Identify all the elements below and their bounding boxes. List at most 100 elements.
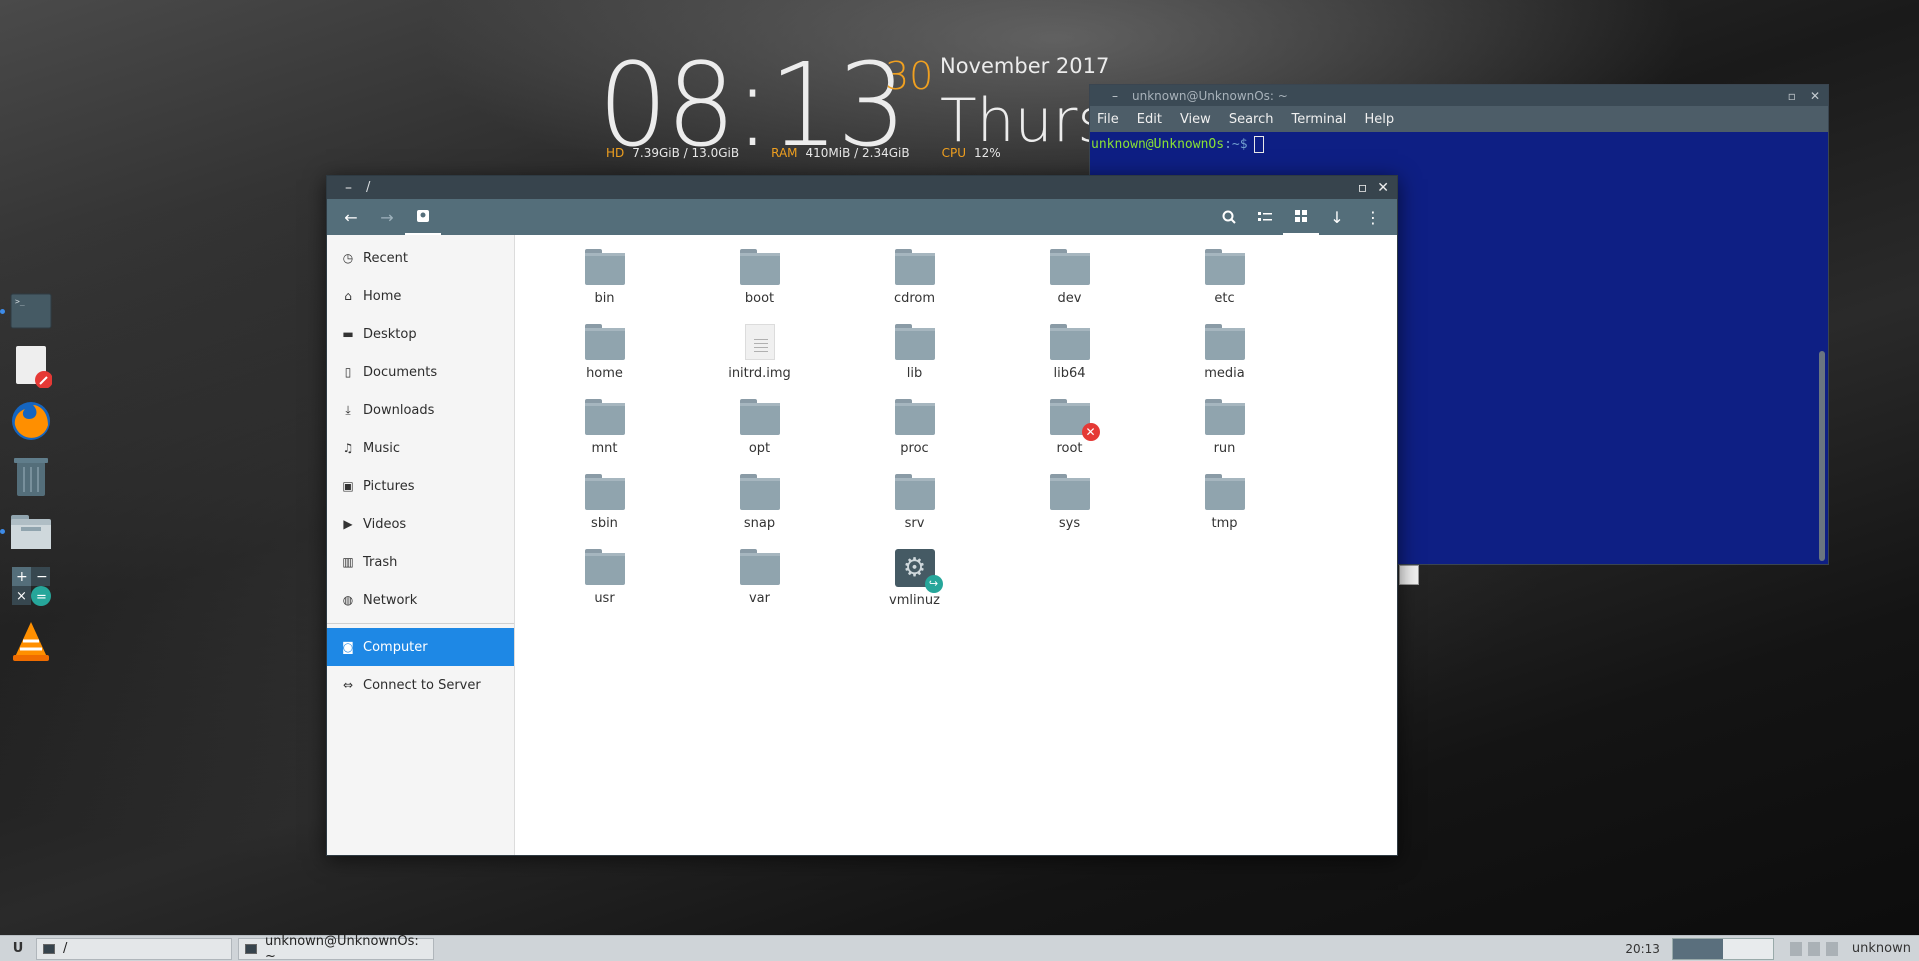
file-item[interactable]: boot [682,249,837,324]
file-item[interactable]: ✕ root [992,399,1147,474]
sidebar-item-pictures[interactable]: ▣ Pictures [327,467,514,505]
file-item[interactable]: snap [682,474,837,549]
grid-view-button[interactable] [1283,199,1319,235]
file-item[interactable]: dev [992,249,1147,324]
terminal-titlebar[interactable]: – unknown@UnknownOs: ~ ▫ ✕ [1090,85,1828,106]
menu-view[interactable]: View [1180,112,1211,127]
dock-terminal[interactable]: >_ [0,283,62,338]
folder-icon [1204,474,1245,510]
file-item[interactable]: cdrom [837,249,992,324]
sidebar-item-music[interactable]: ♫ Music [327,429,514,467]
maximize-button[interactable]: ▫ [1788,89,1796,103]
file-item[interactable]: sys [992,474,1147,549]
sidebar-item-trash[interactable]: ▥ Trash [327,543,514,581]
menu-help[interactable]: Help [1364,112,1394,127]
calculator-icon: + −× = [12,566,51,606]
file-name: lib64 [1053,366,1086,381]
workspace-1[interactable] [1672,938,1723,959]
file-name: cdrom [893,291,936,306]
forward-button[interactable]: → [369,199,405,235]
file-name: opt [748,441,771,456]
file-name: sbin [591,516,618,531]
file-item[interactable]: bin [527,249,682,324]
file-item[interactable]: proc [837,399,992,474]
sidebar-item-documents[interactable]: ▯ Documents [327,353,514,391]
file-item[interactable]: usr [527,549,682,624]
file-item[interactable]: lib [837,324,992,399]
dock-vlc[interactable] [0,613,62,668]
sidebar-divider [327,623,514,624]
file-item[interactable]: run [1147,399,1302,474]
dock-trash[interactable] [0,448,62,503]
sidebar-item-downloads[interactable]: ⤓ Downloads [327,391,514,429]
menu-search[interactable]: Search [1229,112,1274,127]
task-file-manager[interactable]: / [36,937,232,960]
workspace-pager[interactable] [1671,937,1774,960]
sidebar-item-desktop[interactable]: ▬ Desktop [327,315,514,353]
menu-edit[interactable]: Edit [1137,112,1162,127]
sidebar-item-computer[interactable]: ◙ Computer [327,628,514,666]
file-item[interactable]: tmp [1147,474,1302,549]
folder-icon: ✕ [1049,399,1100,441]
file-item[interactable]: ⚙ ↪ vmlinuz [837,549,992,624]
file-name: snap [743,516,776,531]
sidebar-item-videos[interactable]: ▶ Videos [327,505,514,543]
sidebar-item-connect-to-server[interactable]: ⇔ Connect to Server [327,666,514,704]
maximize-button[interactable]: ▫ [1358,180,1368,196]
user-name[interactable]: unknown [1852,941,1911,956]
path-computer-button[interactable] [405,199,441,235]
workspace-2[interactable] [1722,938,1773,959]
volume-icon[interactable] [1807,941,1820,956]
menu-file[interactable]: File [1097,112,1119,127]
vlc-icon [13,621,49,661]
sidebar-item-label: Desktop [363,326,417,342]
file-item[interactable]: media [1147,324,1302,399]
file-manager-toolbar: ← → ↓ ⋮ [327,199,1397,235]
file-item[interactable]: var [682,549,837,624]
svg-text:+: + [16,569,28,585]
folder-icon [739,399,780,435]
file-name: bin [594,291,615,306]
start-button[interactable]: U [0,941,36,956]
sidebar-item-network[interactable]: ◍ Network [327,581,514,619]
minimize-button[interactable]: – [1112,89,1118,103]
back-button[interactable]: ← [333,199,369,235]
dock-text-editor[interactable] [0,338,62,393]
arrow-right-icon: → [380,207,394,227]
file-item[interactable]: home [527,324,682,399]
dock-calculator[interactable]: + − × = [0,558,62,613]
resize-handle[interactable] [1399,565,1419,585]
file-item[interactable]: lib64 [992,324,1147,399]
file-manager-titlebar[interactable]: – / ▫ ✕ [327,176,1397,199]
dock-files[interactable] [0,503,62,558]
close-button[interactable]: ✕ [1810,89,1820,103]
dock-firefox[interactable] [0,393,62,448]
sidebar-item-recent[interactable]: ◷ Recent [327,239,514,277]
close-button[interactable]: ✕ [1377,180,1389,196]
clipboard-icon[interactable] [1789,941,1802,956]
terminal-output[interactable]: unknown@UnknownOs :~$ [1090,132,1828,153]
files-icon [11,514,51,549]
file-item[interactable]: opt [682,399,837,474]
file-name: proc [900,441,929,456]
list-view-button[interactable] [1247,199,1283,235]
trash-icon [14,457,48,496]
taskbar-clock[interactable]: 20:13 [1625,942,1660,956]
sidebar-item-label: Recent [363,250,408,266]
minimize-button[interactable]: – [345,180,352,196]
file-name: run [1213,441,1236,456]
terminal-scrollbar[interactable] [1819,351,1825,561]
file-item[interactable]: mnt [527,399,682,474]
task-terminal[interactable]: unknown@UnknownOs: ~ [238,934,434,961]
sidebar-item-home[interactable]: ⌂ Home [327,277,514,315]
file-item[interactable]: etc [1147,249,1302,324]
file-item[interactable]: srv [837,474,992,549]
sort-button[interactable]: ↓ [1319,199,1355,235]
file-manager-window[interactable]: – / ▫ ✕ ← → ↓ ⋮ ◷ Recent ⌂ Home ▬ Desktop ▯… [326,175,1398,856]
file-item[interactable]: initrd.img [682,324,837,399]
search-button[interactable] [1211,199,1247,235]
file-item[interactable]: sbin [527,474,682,549]
network-tray-icon[interactable] [1825,941,1838,956]
menu-terminal[interactable]: Terminal [1291,112,1346,127]
menu-button[interactable]: ⋮ [1355,199,1391,235]
